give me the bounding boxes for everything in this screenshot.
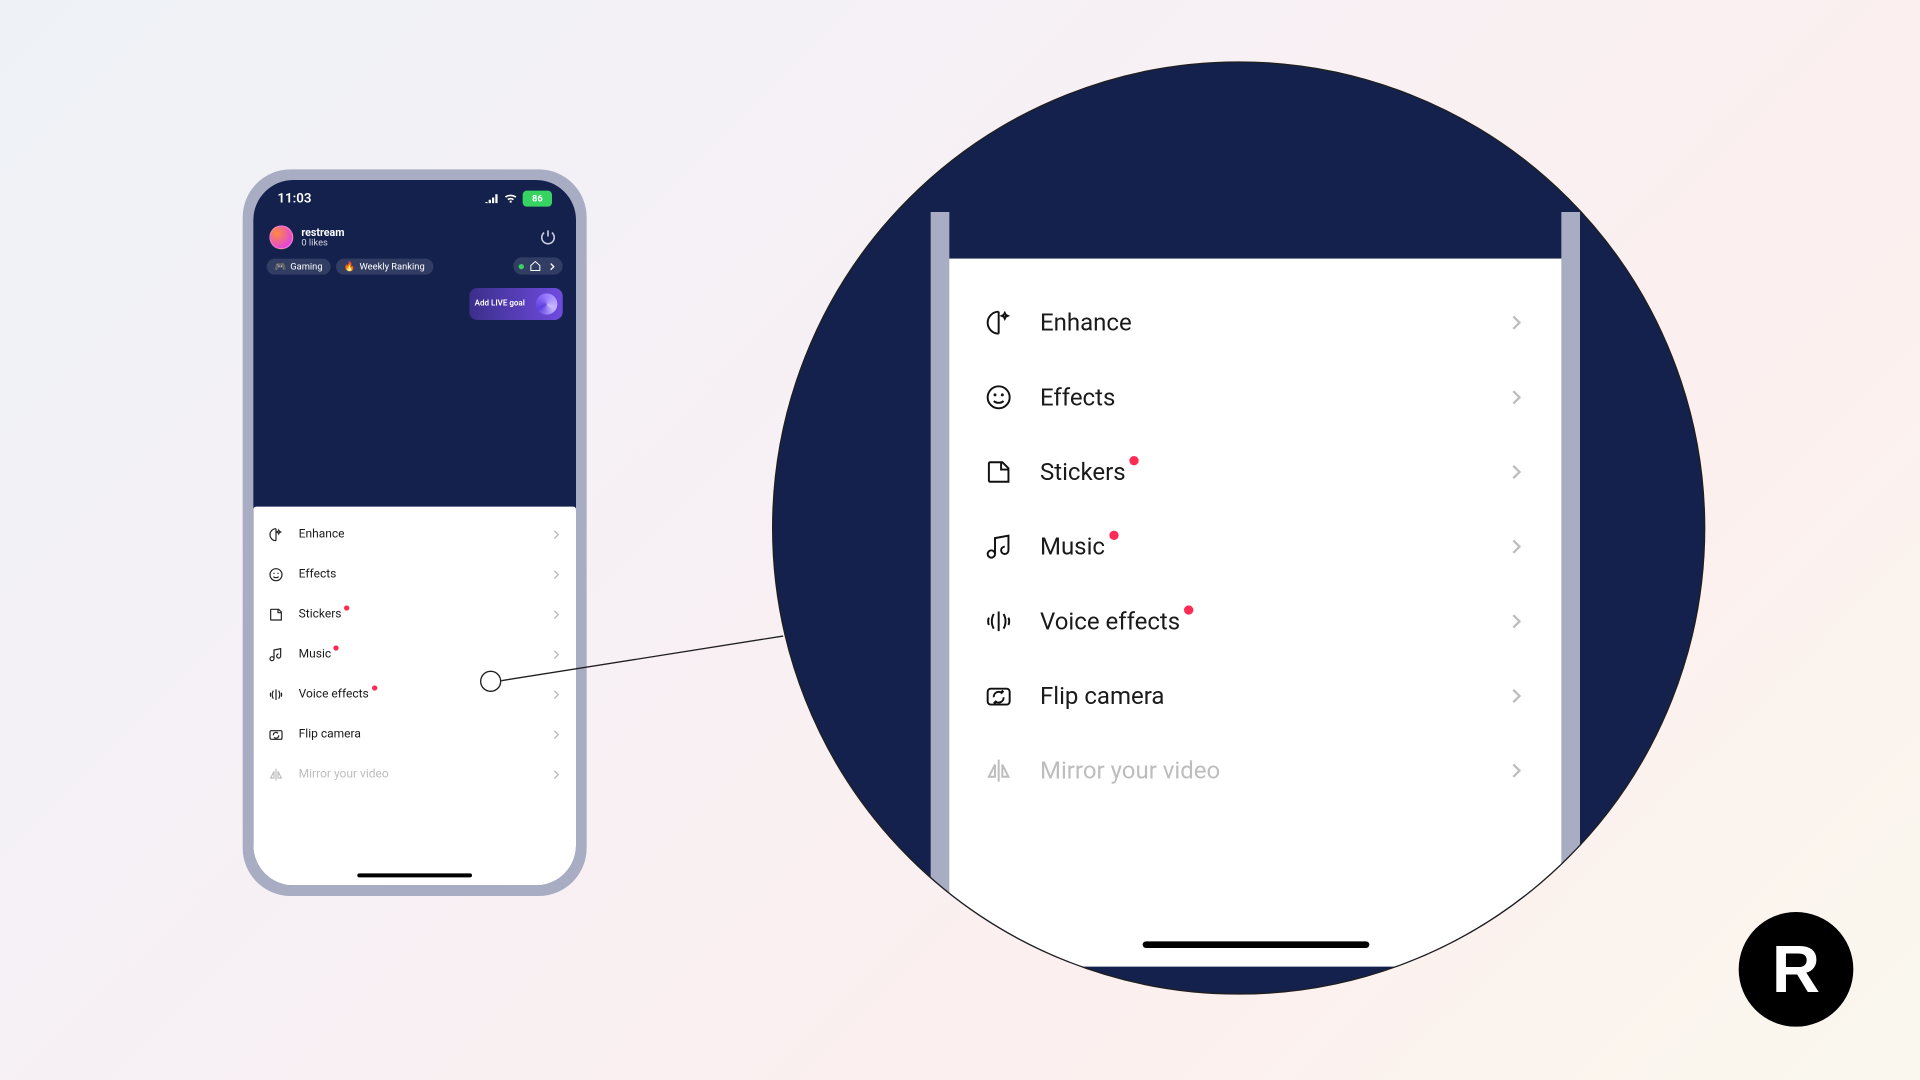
settings-sheet: Enhance Effects Stickers Music bbox=[253, 507, 576, 886]
enhance-icon bbox=[267, 527, 286, 543]
chevron-right-icon bbox=[549, 608, 562, 621]
chevron-right-icon bbox=[549, 528, 562, 541]
new-dot bbox=[371, 685, 376, 690]
row-voice-effects[interactable]: Voice effects bbox=[267, 675, 563, 715]
enhance-icon bbox=[984, 308, 1013, 337]
chip-weekly-ranking[interactable]: 🔥 Weekly Ranking bbox=[336, 258, 433, 274]
chevron-right-icon bbox=[1505, 536, 1526, 557]
row-mirror-video[interactable]: Mirror your video bbox=[267, 755, 563, 795]
effects-icon bbox=[984, 383, 1013, 412]
row-label: Voice effects bbox=[299, 688, 369, 701]
brand-letter: R bbox=[1772, 931, 1820, 1008]
chips-row: 🎮 Gaming 🔥 Weekly Ranking bbox=[253, 252, 576, 280]
controller-icon: 🎮 bbox=[275, 261, 287, 272]
chip-nav[interactable] bbox=[513, 257, 562, 274]
dot-icon bbox=[519, 263, 524, 268]
new-dot bbox=[1109, 530, 1118, 539]
row-label: Music bbox=[299, 648, 332, 661]
row-label: Enhance bbox=[299, 528, 345, 541]
phone-screen: 11:03 86 restream 0 likes bbox=[253, 180, 576, 885]
zoom-camera-strip bbox=[949, 212, 1561, 259]
chevron-right-icon bbox=[1505, 685, 1526, 706]
mirror-icon bbox=[267, 767, 286, 783]
chevron-right-icon bbox=[549, 648, 562, 661]
fire-icon: 🔥 bbox=[344, 261, 356, 272]
goal-graphic bbox=[536, 293, 557, 314]
home-icon bbox=[529, 260, 541, 272]
voice-icon bbox=[984, 607, 1013, 636]
mirror-icon bbox=[984, 756, 1013, 785]
status-indicators: 86 bbox=[485, 191, 552, 207]
row-label: Mirror your video bbox=[299, 768, 389, 781]
row-voice-effects[interactable]: Voice effects bbox=[949, 584, 1561, 659]
battery-icon: 86 bbox=[523, 191, 552, 207]
row-enhance[interactable]: Enhance bbox=[267, 515, 563, 555]
cellular-icon bbox=[485, 193, 498, 204]
new-dot bbox=[1184, 605, 1193, 614]
row-flip-camera[interactable]: Flip camera bbox=[267, 715, 563, 755]
live-header: restream 0 likes bbox=[253, 217, 576, 252]
row-mirror-video[interactable]: Mirror your video bbox=[949, 733, 1561, 808]
row-music[interactable]: Music bbox=[949, 509, 1561, 584]
row-enhance[interactable]: Enhance bbox=[949, 285, 1561, 360]
music-icon bbox=[984, 532, 1013, 561]
home-indicator bbox=[1142, 941, 1369, 948]
chip-gaming[interactable]: 🎮 Gaming bbox=[267, 258, 331, 274]
row-label: Effects bbox=[1040, 383, 1115, 411]
row-label: Flip camera bbox=[299, 728, 361, 741]
stickers-icon bbox=[267, 607, 286, 623]
likes-count: 0 likes bbox=[301, 238, 344, 247]
voice-icon bbox=[267, 687, 286, 703]
avatar bbox=[269, 225, 293, 249]
row-label: Effects bbox=[299, 568, 337, 581]
home-indicator bbox=[357, 873, 472, 877]
chevron-right-icon bbox=[549, 728, 562, 741]
zoom-lens: Enhance Effects Stickers Music bbox=[772, 61, 1705, 994]
new-dot bbox=[1130, 455, 1139, 464]
effects-icon bbox=[267, 567, 286, 583]
row-label: Voice effects bbox=[1040, 607, 1180, 635]
camera-preview bbox=[253, 320, 576, 507]
stickers-icon bbox=[984, 457, 1013, 486]
chevron-right-icon bbox=[1505, 611, 1526, 632]
flip-camera-icon bbox=[267, 727, 286, 743]
zoom-connector-dot bbox=[480, 671, 501, 692]
row-label: Music bbox=[1040, 533, 1105, 561]
chevron-right-icon bbox=[1505, 312, 1526, 333]
live-user[interactable]: restream 0 likes bbox=[269, 225, 344, 249]
phone-mockup: 11:03 86 restream 0 likes bbox=[243, 169, 587, 896]
row-label: Stickers bbox=[299, 608, 342, 621]
brand-badge: R bbox=[1739, 912, 1854, 1027]
chevron-right-icon bbox=[549, 768, 562, 781]
flip-camera-icon bbox=[984, 681, 1013, 710]
chevron-right-icon bbox=[1505, 461, 1526, 482]
power-button[interactable] bbox=[536, 225, 560, 249]
zoom-settings-sheet: Enhance Effects Stickers Music bbox=[949, 259, 1561, 967]
status-time: 11:03 bbox=[277, 191, 311, 206]
zoom-phone-body: Enhance Effects Stickers Music bbox=[931, 212, 1580, 965]
wifi-icon bbox=[504, 193, 517, 204]
row-label: Stickers bbox=[1040, 458, 1126, 486]
goal-label: Add LIVE goal bbox=[475, 300, 525, 309]
add-live-goal-card[interactable]: Add LIVE goal bbox=[469, 288, 562, 320]
status-bar: 11:03 86 bbox=[253, 180, 576, 217]
row-music[interactable]: Music bbox=[267, 635, 563, 675]
row-effects[interactable]: Effects bbox=[949, 360, 1561, 435]
chevron-right-icon bbox=[549, 688, 562, 701]
chevron-right-icon bbox=[549, 568, 562, 581]
music-icon bbox=[267, 647, 286, 663]
row-label: Mirror your video bbox=[1040, 757, 1220, 785]
row-effects[interactable]: Effects bbox=[267, 555, 563, 595]
chevron-right-icon bbox=[1505, 387, 1526, 408]
chevron-right-icon bbox=[547, 261, 558, 272]
chevron-right-icon bbox=[1505, 760, 1526, 781]
row-label: Flip camera bbox=[1040, 682, 1164, 710]
row-stickers[interactable]: Stickers bbox=[267, 595, 563, 635]
row-stickers[interactable]: Stickers bbox=[949, 435, 1561, 510]
new-dot bbox=[334, 645, 339, 650]
row-flip-camera[interactable]: Flip camera bbox=[949, 659, 1561, 734]
new-dot bbox=[344, 605, 349, 610]
row-label: Enhance bbox=[1040, 309, 1132, 337]
